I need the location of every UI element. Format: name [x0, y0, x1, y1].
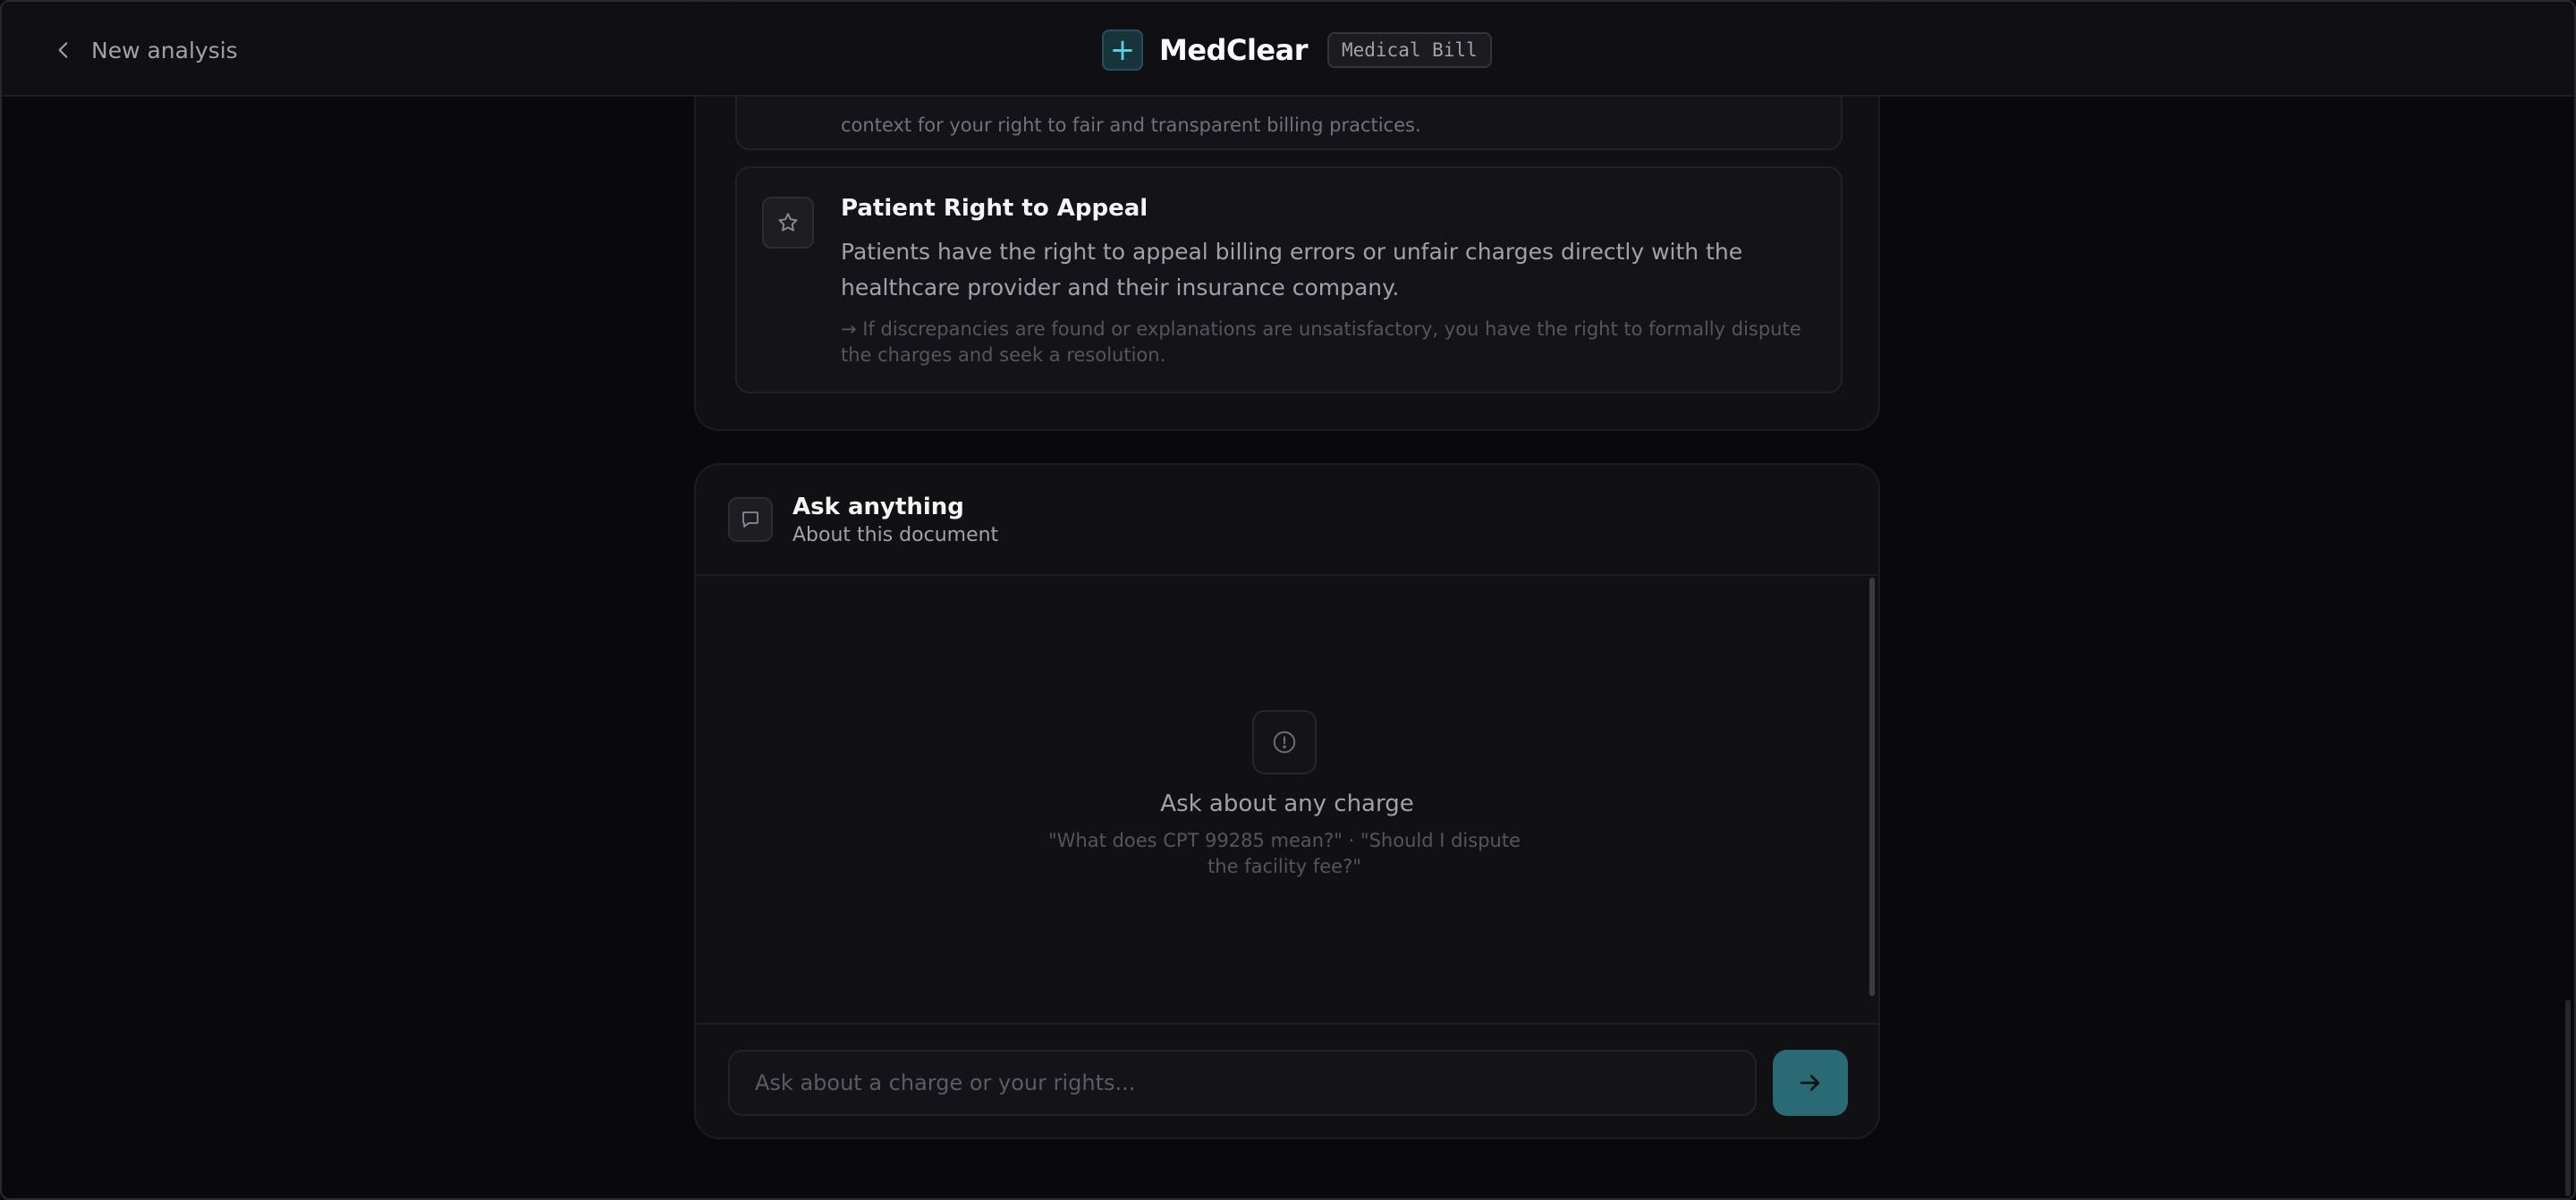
send-button[interactable]	[1773, 1050, 1848, 1116]
empty-state-title: Ask about any charge	[1160, 790, 1414, 817]
chat-scrollbar[interactable]	[1869, 578, 1875, 996]
chat-bubble-icon	[728, 497, 773, 542]
star-icon	[762, 197, 814, 249]
ask-subtitle: About this document	[792, 524, 999, 546]
ask-title: Ask anything	[792, 494, 964, 520]
chevron-left-icon	[58, 42, 68, 58]
top-bar: New analysis + MedClear Medical Bill	[2, 2, 2574, 97]
chat-messages-area[interactable]: Ask about any charge "What does CPT 9928…	[696, 576, 1878, 1023]
back-label: New analysis	[91, 37, 238, 63]
rights-item-previous-text: context for your right to fair and trans…	[841, 114, 1421, 136]
chat-input-bar	[696, 1023, 1878, 1137]
rights-item-appeal: Patient Right to Appeal Patients have th…	[735, 166, 1843, 393]
ask-card: Ask anything About this document Ask abo…	[694, 463, 1880, 1139]
document-type-badge: Medical Bill	[1326, 32, 1492, 68]
app-name: MedClear	[1159, 33, 1308, 67]
rights-item-title: Patient Right to Appeal	[841, 195, 1148, 222]
brand: + MedClear Medical Bill	[1102, 30, 1492, 71]
chat-input[interactable]	[728, 1050, 1757, 1116]
new-analysis-button[interactable]: New analysis	[52, 32, 238, 68]
rights-item-note: → If discrepancies are found or explanat…	[841, 318, 1801, 366]
rights-item-description: Patients have the right to appeal billin…	[841, 239, 1743, 300]
ask-header: Ask anything About this document	[696, 465, 1878, 576]
arrow-right-icon	[1800, 1075, 1820, 1091]
page-scrollbar[interactable]	[2565, 1000, 2571, 1196]
plus-icon: +	[1102, 30, 1143, 71]
app-window: context for your right to fair and trans…	[0, 0, 2576, 1200]
empty-state-hint: "What does CPT 99285 mean?" · "Should I …	[1048, 830, 1521, 877]
info-circle-icon	[1252, 710, 1317, 774]
